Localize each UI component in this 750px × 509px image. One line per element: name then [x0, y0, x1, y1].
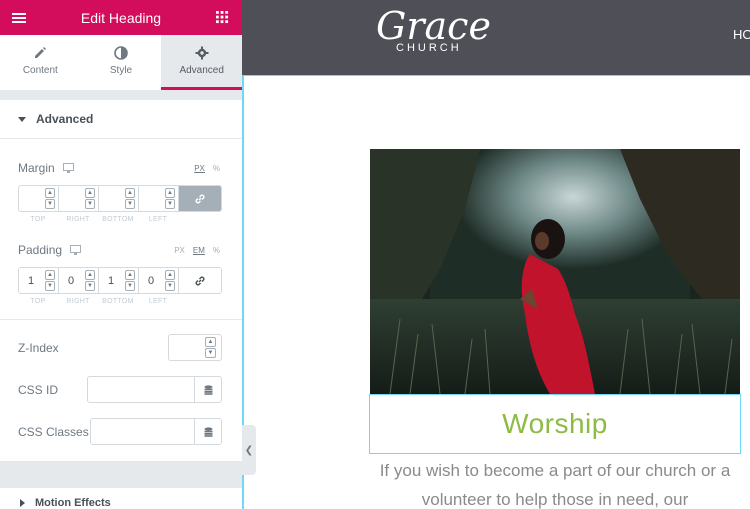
- desktop-icon[interactable]: [70, 245, 82, 255]
- margin-dimension-labels: TOP RIGHT BOTTOM LEFT: [30, 216, 168, 223]
- caret-right-icon: [20, 499, 25, 507]
- margin-top-input[interactable]: ▲ ▼: [19, 186, 59, 211]
- widgets-grid-icon[interactable]: [216, 11, 230, 25]
- margin-label: Margin: [18, 161, 74, 175]
- database-icon: [204, 426, 212, 437]
- spin-down-icon[interactable]: ▼: [45, 281, 55, 291]
- panel-topbar: Edit Heading: [0, 0, 242, 35]
- spin-up-icon[interactable]: ▲: [85, 270, 95, 280]
- padding-top-input[interactable]: 1 ▲ ▼: [19, 268, 59, 293]
- tab-content-label: Content: [22, 65, 58, 76]
- motion-effects-title: Motion Effects: [35, 497, 111, 509]
- spin-up-icon[interactable]: ▲: [125, 188, 135, 198]
- padding-left-input[interactable]: 0 ▲ ▼: [139, 268, 179, 293]
- css-id-field: [87, 376, 222, 403]
- spin-up-icon[interactable]: ▲: [85, 188, 95, 198]
- spin-up-icon[interactable]: ▲: [45, 270, 55, 280]
- padding-dimensions: 1 ▲ ▼ 0 ▲ ▼ 1 ▲ ▼ 0 ▲ ▼: [18, 267, 222, 294]
- padding-right-input[interactable]: 0 ▲ ▼: [59, 268, 99, 293]
- tab-style[interactable]: Style: [81, 35, 162, 90]
- panel-tabs: Content Style Advanced: [0, 35, 242, 90]
- margin-bottom-input[interactable]: ▲ ▼: [99, 186, 139, 211]
- motion-effects-section-header[interactable]: Motion Effects: [0, 488, 242, 509]
- advanced-controls: Margin PX % ▲ ▼ ▲ ▼ ▲ ▼ ▲ ▼ TOP RIGHT BOTTOM LE…: [0, 139, 242, 461]
- worship-photo[interactable]: [370, 149, 740, 394]
- spin-down-icon[interactable]: ▼: [165, 199, 175, 209]
- spin-down-icon[interactable]: ▼: [125, 281, 135, 291]
- nav-item-home[interactable]: HO: [733, 27, 750, 42]
- intro-paragraph: If you wish to become a part of our chur…: [379, 461, 731, 509]
- dynamic-tags-button[interactable]: [194, 377, 221, 402]
- dynamic-tags-button[interactable]: [194, 419, 221, 444]
- margin-dimensions: ▲ ▼ ▲ ▼ ▲ ▼ ▲ ▼: [18, 185, 222, 212]
- link-icon: [195, 194, 205, 203]
- logo-script-text: Grace: [376, 4, 491, 48]
- css-id-label: CSS ID: [18, 382, 59, 397]
- advanced-section-title: Advanced: [36, 112, 94, 126]
- tab-advanced-label: Advanced: [179, 65, 224, 76]
- unit-px[interactable]: PX: [194, 164, 205, 173]
- collapse-panel-handle[interactable]: ❮: [242, 425, 256, 475]
- spin-up-icon[interactable]: ▲: [205, 337, 216, 347]
- spin-down-icon[interactable]: ▼: [205, 348, 216, 358]
- spin-down-icon[interactable]: ▼: [85, 281, 95, 291]
- z-index-input[interactable]: ▲ ▼: [168, 334, 222, 361]
- unit-px[interactable]: PX: [174, 246, 185, 255]
- desktop-icon[interactable]: [62, 163, 74, 173]
- css-id-input[interactable]: [88, 377, 194, 402]
- spin-up-icon[interactable]: ▲: [165, 188, 175, 198]
- database-icon: [204, 384, 212, 395]
- worship-heading: Worship: [502, 408, 608, 439]
- spin-down-icon[interactable]: ▼: [85, 199, 95, 209]
- spin-down-icon[interactable]: ▼: [125, 199, 135, 209]
- padding-dimension-labels: TOP RIGHT BOTTOM LEFT: [30, 298, 168, 305]
- link-icon: [195, 276, 205, 285]
- margin-right-input[interactable]: ▲ ▼: [59, 186, 99, 211]
- tab-advanced[interactable]: Advanced: [161, 35, 242, 90]
- css-classes-field: [90, 418, 222, 445]
- advanced-section-header[interactable]: Advanced: [0, 100, 242, 139]
- logo-sub-text: CHURCH: [396, 42, 462, 54]
- chevron-left-icon: ❮: [244, 444, 254, 456]
- site-header: Grace CHURCH HO: [242, 0, 750, 75]
- heading-widget[interactable]: Worship: [369, 394, 741, 454]
- unit-em[interactable]: EM: [193, 246, 205, 255]
- tab-style-label: Style: [109, 65, 133, 76]
- spin-up-icon[interactable]: ▲: [125, 270, 135, 280]
- hamburger-menu-icon[interactable]: [12, 11, 26, 25]
- spin-down-icon[interactable]: ▼: [165, 281, 175, 291]
- padding-label: Padding: [18, 243, 82, 257]
- spin-up-icon[interactable]: ▲: [45, 188, 55, 198]
- gear-icon: [195, 46, 209, 60]
- css-classes-input[interactable]: [91, 419, 194, 444]
- margin-left-input[interactable]: ▲ ▼: [139, 186, 179, 211]
- spin-up-icon[interactable]: ▲: [165, 270, 175, 280]
- caret-down-icon: [18, 116, 26, 122]
- margin-units: PX %: [194, 164, 220, 173]
- unit-percent[interactable]: %: [213, 246, 220, 255]
- z-index-label: Z-Index: [18, 340, 59, 355]
- padding-link-button[interactable]: [179, 268, 221, 293]
- spin-down-icon[interactable]: ▼: [45, 199, 55, 209]
- css-classes-label: CSS Classes: [18, 424, 89, 439]
- editor-app: Edit Heading Content Style Advanced Adva…: [0, 0, 750, 509]
- margin-link-button[interactable]: [179, 186, 221, 211]
- site-logo[interactable]: Grace CHURCH: [376, 4, 491, 64]
- unit-percent[interactable]: %: [213, 164, 220, 173]
- padding-units: PX EM %: [174, 246, 220, 255]
- panel-title: Edit Heading: [80, 9, 162, 26]
- padding-bottom-input[interactable]: 1 ▲ ▼: [99, 268, 139, 293]
- editor-panel: Edit Heading Content Style Advanced Adva…: [0, 0, 242, 509]
- contrast-icon: [114, 46, 128, 60]
- tab-content[interactable]: Content: [0, 35, 81, 90]
- pencil-icon: [35, 47, 47, 58]
